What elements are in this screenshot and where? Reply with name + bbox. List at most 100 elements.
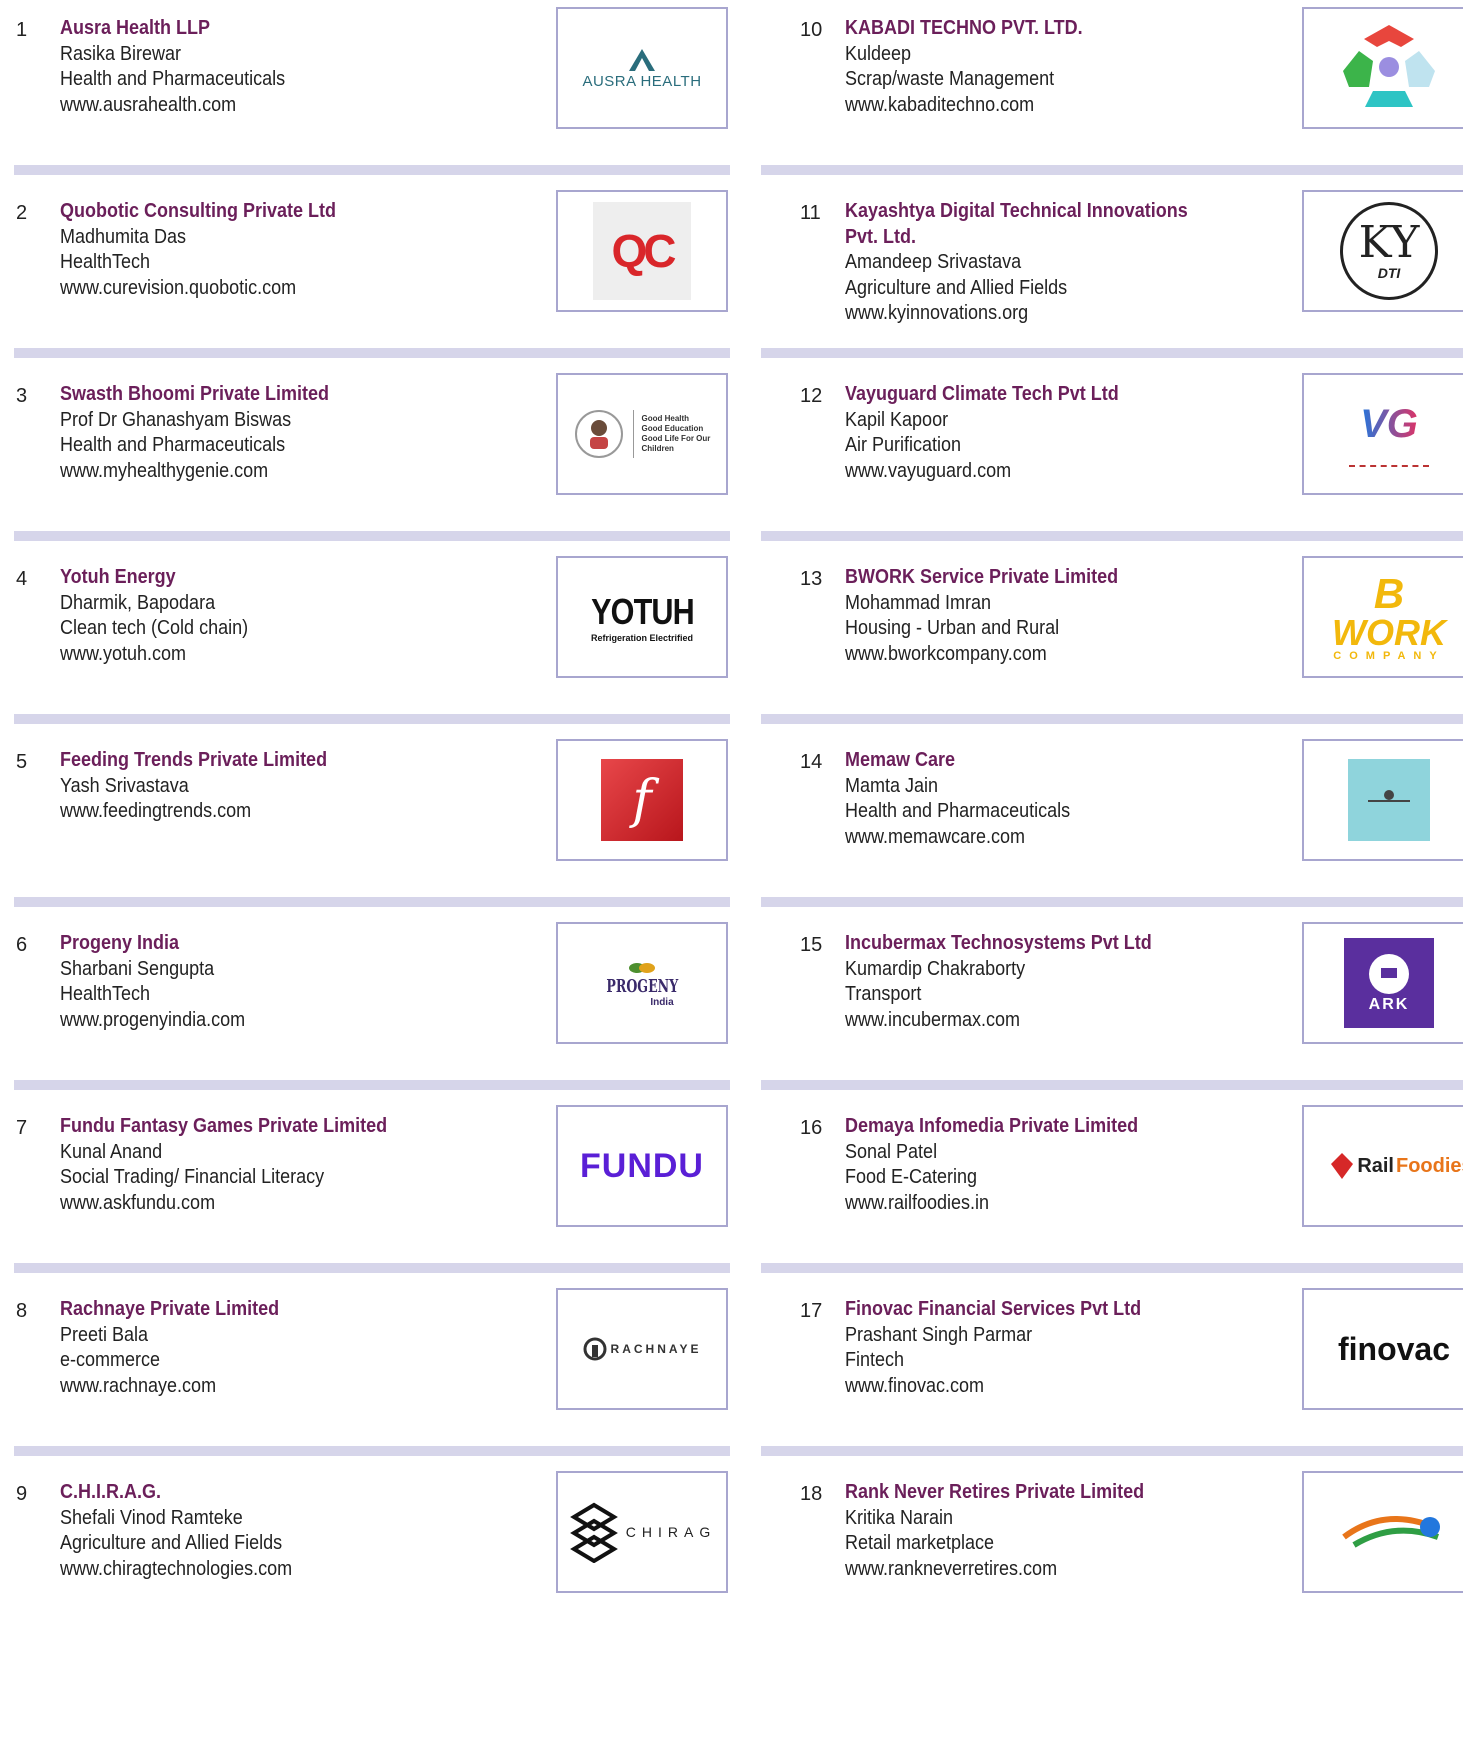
company-detail: Prashant Singh Parmar xyxy=(845,1323,1033,1346)
company-detail: Kapil Kapoor xyxy=(845,408,949,431)
swasth-logo: Good Health Good Education Good Life For… xyxy=(573,408,712,460)
company-detail: Madhumita Das xyxy=(60,225,187,248)
company-info: Feeding Trends Private Limited Yash Sriva… xyxy=(60,748,357,825)
logo-wordmark: f xyxy=(632,770,652,830)
company-detail: Kuldeep xyxy=(845,42,912,65)
company-entry: 4 Yotuh Energy Dharmik, Bapodara Clean tech… xyxy=(0,556,730,764)
company-detail: Rasika Birewar xyxy=(60,42,182,65)
company-name: Memaw Care xyxy=(845,749,956,771)
company-website-link[interactable]: www.feedingtrends.com xyxy=(60,799,327,825)
company-info: Rachnaye Private Limited Preeti Bala e-com… xyxy=(60,1297,303,1399)
company-logo: CHIRAG xyxy=(556,1471,728,1593)
company-info: Progeny India Sharbani Sengupta HealthTech… xyxy=(60,931,266,1033)
company-website-link[interactable]: www.chiragtechnologies.com xyxy=(60,1557,292,1583)
chirag-emblem-icon xyxy=(569,1502,618,1563)
logo-tagline: Good Health Good Education Good Life For… xyxy=(641,414,711,453)
company-website-link[interactable]: www.rachnaye.com xyxy=(60,1374,279,1400)
company-website-link[interactable]: www.ausrahealth.com xyxy=(60,93,285,119)
logo-wordmark: AUSRA HEALTH xyxy=(582,72,702,90)
company-detail: Kunal Anand xyxy=(60,1140,163,1163)
entry-number: 5 xyxy=(16,751,28,773)
company-entry: 14 Memaw Care Mamta Jain Health and Pharmac… xyxy=(760,739,1463,947)
entry-number: 1 xyxy=(16,19,28,41)
company-info: Kayashtya Digital Technical Innovations P… xyxy=(845,199,1226,327)
row-divider xyxy=(761,1263,1463,1273)
company-entry: 7 Fundu Fantasy Games Private Limited Kuna… xyxy=(0,1105,730,1313)
company-website-link[interactable]: www.kyinnovations.org xyxy=(845,301,1188,327)
company-website-link[interactable]: www.myhealthygenie.com xyxy=(60,459,329,485)
company-detail: Health and Pharmaceuticals xyxy=(60,68,286,90)
company-entry: 10 KABADI TECHNO PVT. LTD. Kuldeep Scrap/wa… xyxy=(760,7,1463,215)
entry-number: 10 xyxy=(800,19,823,41)
company-logo: ARK xyxy=(1302,922,1463,1044)
company-website-link[interactable]: www.railfoodies.in xyxy=(845,1191,1138,1217)
company-website-link[interactable]: www.bworkcompany.com xyxy=(845,642,1118,668)
company-website-link[interactable]: www.vayuguard.com xyxy=(845,459,1119,485)
company-logo: KY DTI xyxy=(1302,190,1463,312)
company-detail: Clean tech (Cold chain) xyxy=(60,617,249,639)
company-website-link[interactable]: www.memawcare.com xyxy=(845,825,1070,851)
company-detail: Mohammad Imran xyxy=(845,591,992,614)
company-detail: Amandeep Srivastava xyxy=(845,251,1022,273)
company-entry: 13 BWORK Service Private Limited Mohammad … xyxy=(760,556,1463,764)
railfoodies-logo: RailFoodies xyxy=(1329,1151,1463,1181)
company-logo: f xyxy=(556,739,728,861)
company-logo: AUSRA HEALTH xyxy=(556,7,728,129)
logo-wordmark: VG xyxy=(1360,401,1418,446)
company-info: KABADI TECHNO PVT. LTD. Kuldeep Scrap/wast… xyxy=(845,16,1109,118)
company-detail: Transport xyxy=(845,983,922,1005)
rnr-emblem-icon xyxy=(1342,1516,1440,1548)
company-detail: Kritika Narain xyxy=(845,1506,954,1529)
entry-number: 8 xyxy=(16,1300,28,1322)
company-detail: Retail marketplace xyxy=(845,1532,995,1554)
memaw-logo xyxy=(1348,759,1430,841)
row-divider xyxy=(761,1446,1463,1456)
company-name: Rachnaye Private Limited xyxy=(60,1298,280,1320)
rank-never-retires-logo: Rank Never Retires xyxy=(1334,1507,1444,1557)
company-name-continued: Pvt. Ltd. xyxy=(845,225,917,248)
company-logo xyxy=(1302,7,1463,129)
company-detail: Kumardip Chakraborty xyxy=(845,957,1026,980)
company-website-link[interactable]: www.finovac.com xyxy=(845,1374,1141,1400)
company-website-link[interactable]: www.incubermax.com xyxy=(845,1008,1152,1034)
company-website-link[interactable]: www.askfundu.com xyxy=(60,1191,387,1217)
company-detail: Housing - Urban and Rural xyxy=(845,617,1060,639)
company-entry: 9 C.H.I.R.A.G. Shefali Vinod Ramteke Agricu… xyxy=(0,1471,730,1679)
company-logo: PROGENY India xyxy=(556,922,728,1044)
company-detail: Health and Pharmaceuticals xyxy=(60,434,286,456)
logo-wordmark-foodies: Foodies xyxy=(1396,1154,1463,1177)
company-detail: Mamta Jain xyxy=(845,774,939,797)
logo-wordmark: CHIRAG xyxy=(625,1524,717,1540)
company-detail: Sonal Patel xyxy=(845,1140,938,1163)
company-logo: finovac xyxy=(1302,1288,1463,1410)
entry-number: 7 xyxy=(16,1117,28,1139)
company-name: Kayashtya Digital Technical Innovations xyxy=(845,200,1188,222)
company-logo: Rank Never Retires xyxy=(1302,1471,1463,1593)
rachnaye-emblem-icon xyxy=(583,1337,607,1361)
company-detail: HealthTech xyxy=(60,251,151,273)
row-divider xyxy=(14,348,730,358)
rachnaye-logo: RACHNAYE xyxy=(583,1337,702,1361)
company-detail: Agriculture and Allied Fields xyxy=(60,1532,283,1554)
row-divider xyxy=(14,714,730,724)
row-divider xyxy=(761,714,1463,724)
fundu-logo: FUNDU xyxy=(580,1146,704,1185)
logo-wordmark: ARK xyxy=(1368,996,1410,1013)
row-divider xyxy=(761,531,1463,541)
company-name: BWORK Service Private Limited xyxy=(845,566,1119,588)
company-website-link[interactable]: www.yotuh.com xyxy=(60,642,248,668)
company-website-link[interactable]: www.kabaditechno.com xyxy=(845,93,1083,119)
entry-number: 4 xyxy=(16,568,28,590)
company-website-link[interactable]: www.curevision.quobotic.com xyxy=(60,276,336,302)
company-entry: 17 Finovac Financial Services Pvt Ltd Pras… xyxy=(760,1288,1463,1496)
company-website-link[interactable]: www.rankneverretires.com xyxy=(845,1557,1144,1583)
company-website-link[interactable]: www.progenyindia.com xyxy=(60,1008,245,1034)
company-name: KABADI TECHNO PVT. LTD. xyxy=(845,17,1083,39)
row-divider xyxy=(14,531,730,541)
logo-wordmark: YOTUH xyxy=(590,591,695,632)
entry-number: 3 xyxy=(16,385,28,407)
company-detail: Yash Srivastava xyxy=(60,774,189,797)
incubermax-park-logo: ARK xyxy=(1344,938,1434,1028)
entry-number: 13 xyxy=(800,568,823,590)
leaf-icon xyxy=(628,963,655,973)
